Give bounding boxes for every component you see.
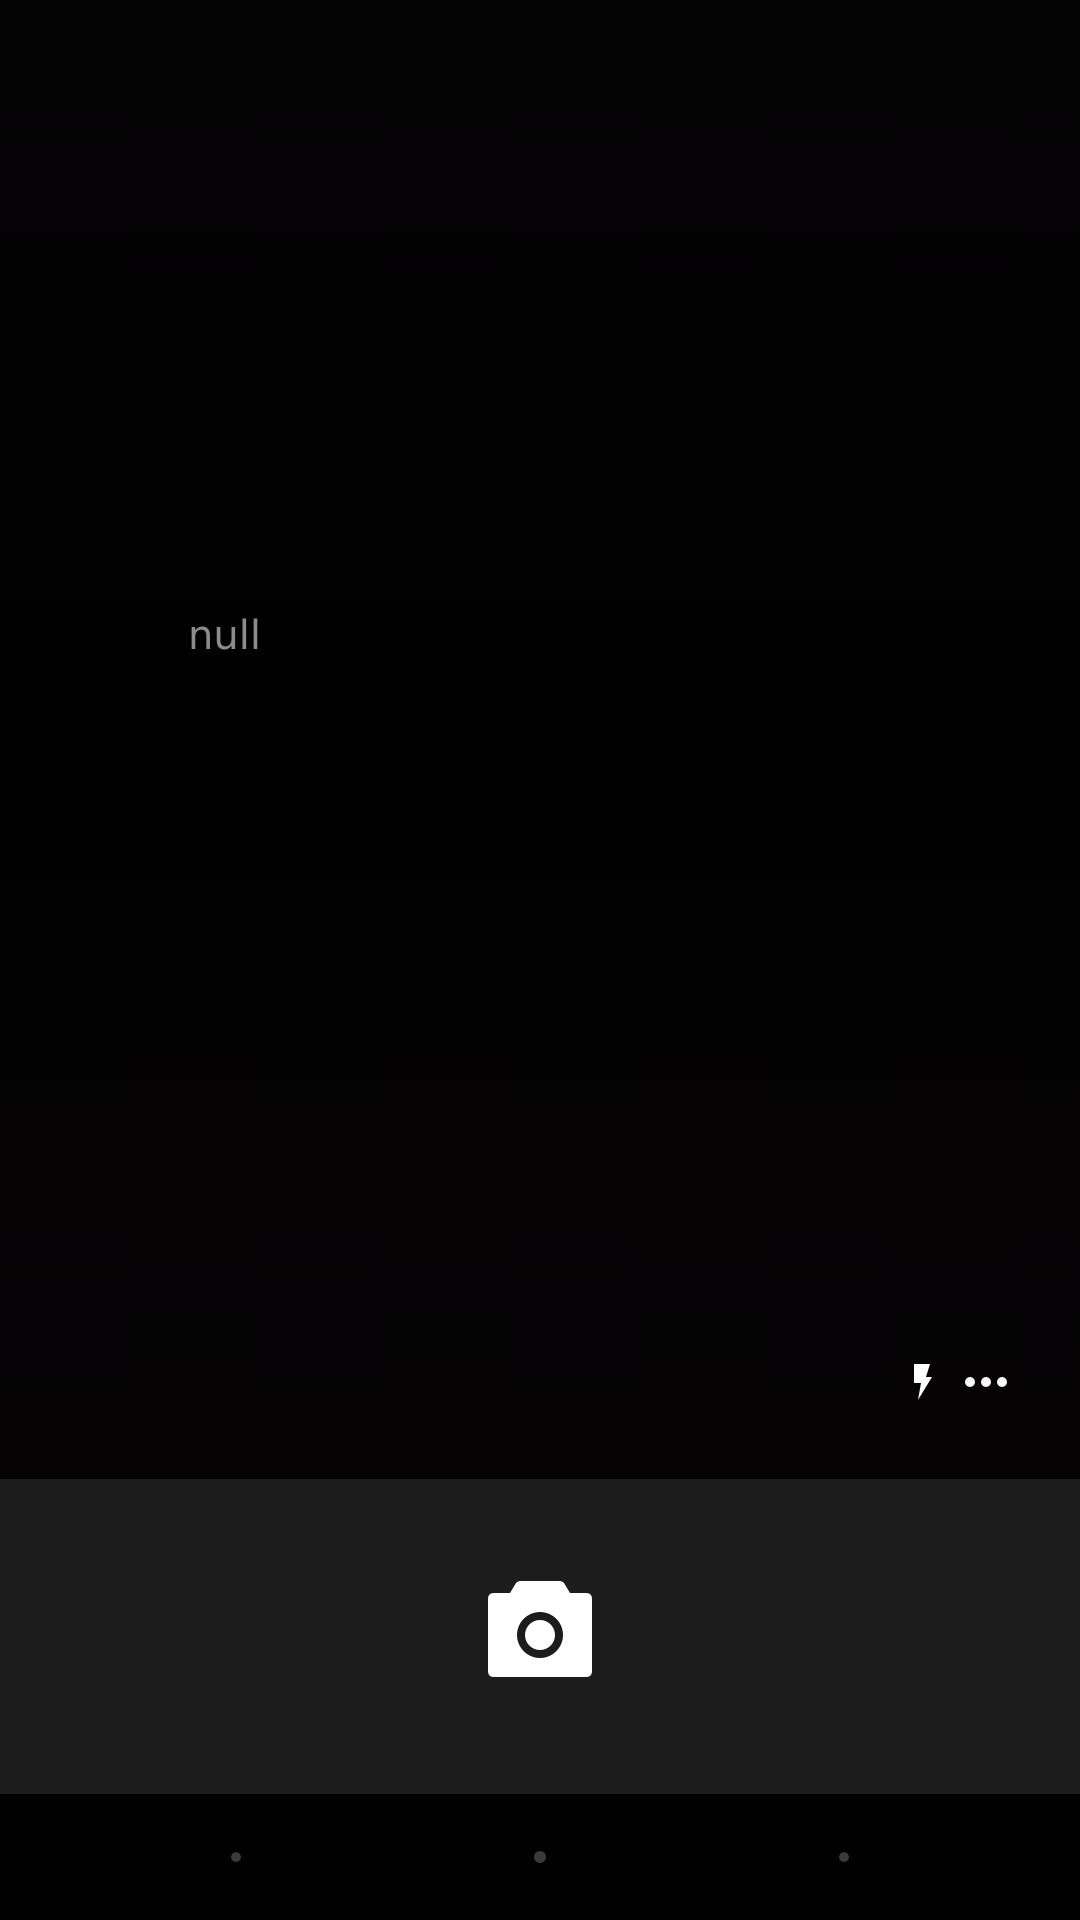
nav-back-button[interactable] (231, 1852, 241, 1862)
camera-viewfinder[interactable]: null (0, 0, 1080, 1479)
shutter-button[interactable] (480, 1579, 600, 1679)
flash-icon (914, 1364, 932, 1400)
more-options-button[interactable] (956, 1362, 1016, 1402)
more-horizontal-icon (965, 1377, 1007, 1387)
camera-screen: null (0, 0, 1080, 1920)
system-navigation-bar (0, 1794, 1080, 1920)
nav-recent-apps-button[interactable] (839, 1852, 849, 1862)
camera-icon (488, 1581, 592, 1677)
viewfinder-placeholder-text: null (188, 613, 261, 659)
flash-button[interactable] (902, 1358, 942, 1406)
nav-home-button[interactable] (534, 1851, 546, 1863)
camera-control-bar (0, 1479, 1080, 1794)
